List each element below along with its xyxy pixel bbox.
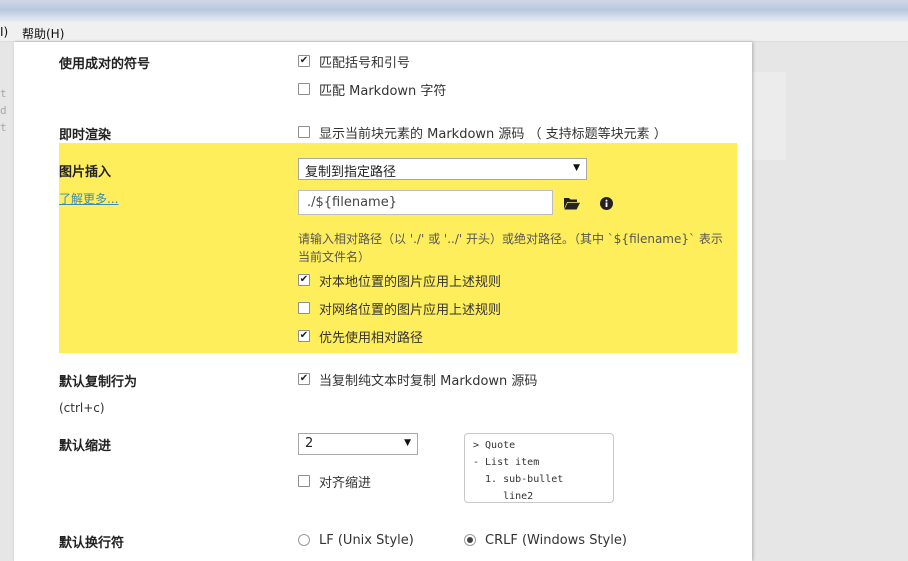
align-indent-checkbox[interactable] bbox=[298, 475, 310, 487]
align-indent-option[interactable]: 对齐缩进 bbox=[298, 472, 372, 491]
ghost-line: t bbox=[0, 87, 7, 100]
menu-bar: I) 帮助(H) bbox=[0, 22, 908, 42]
match-markdown-label: 匹配 Markdown 字符 bbox=[319, 83, 447, 99]
prefer-relative-path-option[interactable]: ✔ 优先使用相对路径 bbox=[298, 327, 424, 346]
pairs-label: 使用成对的符号 bbox=[59, 57, 151, 72]
match-markdown-checkbox[interactable] bbox=[298, 83, 310, 95]
image-insert-select[interactable]: 复制到指定路径 ▼ bbox=[298, 158, 587, 180]
preferences-panel: 使用成对的符号 ✔ 匹配括号和引号 匹配 Markdown 字符 即时渲染 显示… bbox=[14, 42, 752, 561]
indent-preview-box: > Quote - List item 1. sub-bullet line2 bbox=[464, 433, 614, 503]
prefer-relative-path-label: 优先使用相对路径 bbox=[319, 330, 424, 346]
copy-behavior-label: 默认复制行为 bbox=[59, 375, 138, 390]
match-brackets-option[interactable]: ✔ 匹配括号和引号 bbox=[298, 52, 411, 71]
apply-network-images-checkbox[interactable] bbox=[298, 302, 310, 314]
dropdown-arrow-icon: ▼ bbox=[404, 438, 411, 448]
apply-local-images-option[interactable]: ✔ 对本地位置的图片应用上述规则 bbox=[298, 271, 502, 290]
folder-open-icon[interactable] bbox=[564, 195, 580, 211]
align-indent-label: 对齐缩进 bbox=[319, 475, 372, 491]
show-source-checkbox[interactable] bbox=[298, 126, 310, 138]
image-path-hint-line-2: 当前文件名） bbox=[298, 250, 371, 264]
copy-shortcut-label: (ctrl+c) bbox=[59, 401, 105, 415]
crlf-label: CRLF (Windows Style) bbox=[485, 532, 627, 548]
indent-label: 默认缩进 bbox=[59, 439, 112, 454]
match-brackets-checkbox[interactable]: ✔ bbox=[298, 55, 310, 67]
lf-radio[interactable] bbox=[298, 534, 310, 546]
match-markdown-option[interactable]: 匹配 Markdown 字符 bbox=[298, 80, 447, 99]
dropdown-arrow-icon: ▼ bbox=[573, 163, 580, 173]
learn-more-link[interactable]: 了解更多... bbox=[59, 190, 118, 207]
prefer-relative-path-checkbox[interactable]: ✔ bbox=[298, 330, 310, 342]
menu-item-partial[interactable]: I) bbox=[0, 25, 8, 39]
info-icon[interactable] bbox=[598, 195, 614, 211]
image-insert-label: 图片插入 bbox=[59, 165, 112, 180]
lf-option[interactable]: LF (Unix Style) bbox=[298, 531, 414, 549]
apply-network-images-label: 对网络位置的图片应用上述规则 bbox=[319, 302, 502, 318]
lf-label: LF (Unix Style) bbox=[319, 532, 414, 548]
image-path-hint-line-1: 请输入相对路径（以 './' 或 '../' 开头）或绝对路径。（其中 `${f… bbox=[298, 232, 723, 246]
apply-network-images-option[interactable]: 对网络位置的图片应用上述规则 bbox=[298, 299, 502, 318]
window-title-strip bbox=[0, 0, 908, 22]
copy-markdown-option[interactable]: ✔ 当复制纯文本时复制 Markdown 源码 bbox=[298, 370, 538, 389]
image-path-value: ./${filename} bbox=[307, 195, 397, 210]
ghost-line: d bbox=[0, 104, 7, 117]
indent-select[interactable]: 2 ▼ bbox=[298, 433, 418, 455]
crlf-radio[interactable] bbox=[464, 534, 476, 546]
show-source-label: 显示当前块元素的 Markdown 源码 （ 支持标题等块元素 ） bbox=[319, 126, 667, 142]
copy-markdown-checkbox[interactable]: ✔ bbox=[298, 373, 310, 385]
line-break-label: 默认换行符 bbox=[59, 536, 125, 551]
match-brackets-label: 匹配括号和引号 bbox=[319, 55, 411, 71]
apply-local-images-checkbox[interactable]: ✔ bbox=[298, 274, 310, 286]
image-insert-select-value: 复制到指定路径 bbox=[305, 165, 397, 180]
apply-local-images-label: 对本地位置的图片应用上述规则 bbox=[319, 274, 502, 290]
indent-select-value: 2 bbox=[305, 436, 314, 451]
show-source-option[interactable]: 显示当前块元素的 Markdown 源码 （ 支持标题等块元素 ） bbox=[298, 123, 667, 142]
copy-markdown-label: 当复制纯文本时复制 Markdown 源码 bbox=[319, 373, 538, 389]
menu-item-help[interactable]: 帮助(H) bbox=[22, 25, 64, 42]
crlf-option[interactable]: CRLF (Windows Style) bbox=[464, 531, 627, 549]
editor-text-behind: t d t bbox=[0, 85, 12, 136]
image-path-input[interactable]: ./${filename} bbox=[298, 190, 553, 215]
ghost-line: t bbox=[0, 121, 7, 134]
editor-code-block-behind bbox=[752, 72, 786, 160]
live-render-label: 即时渲染 bbox=[59, 128, 112, 143]
